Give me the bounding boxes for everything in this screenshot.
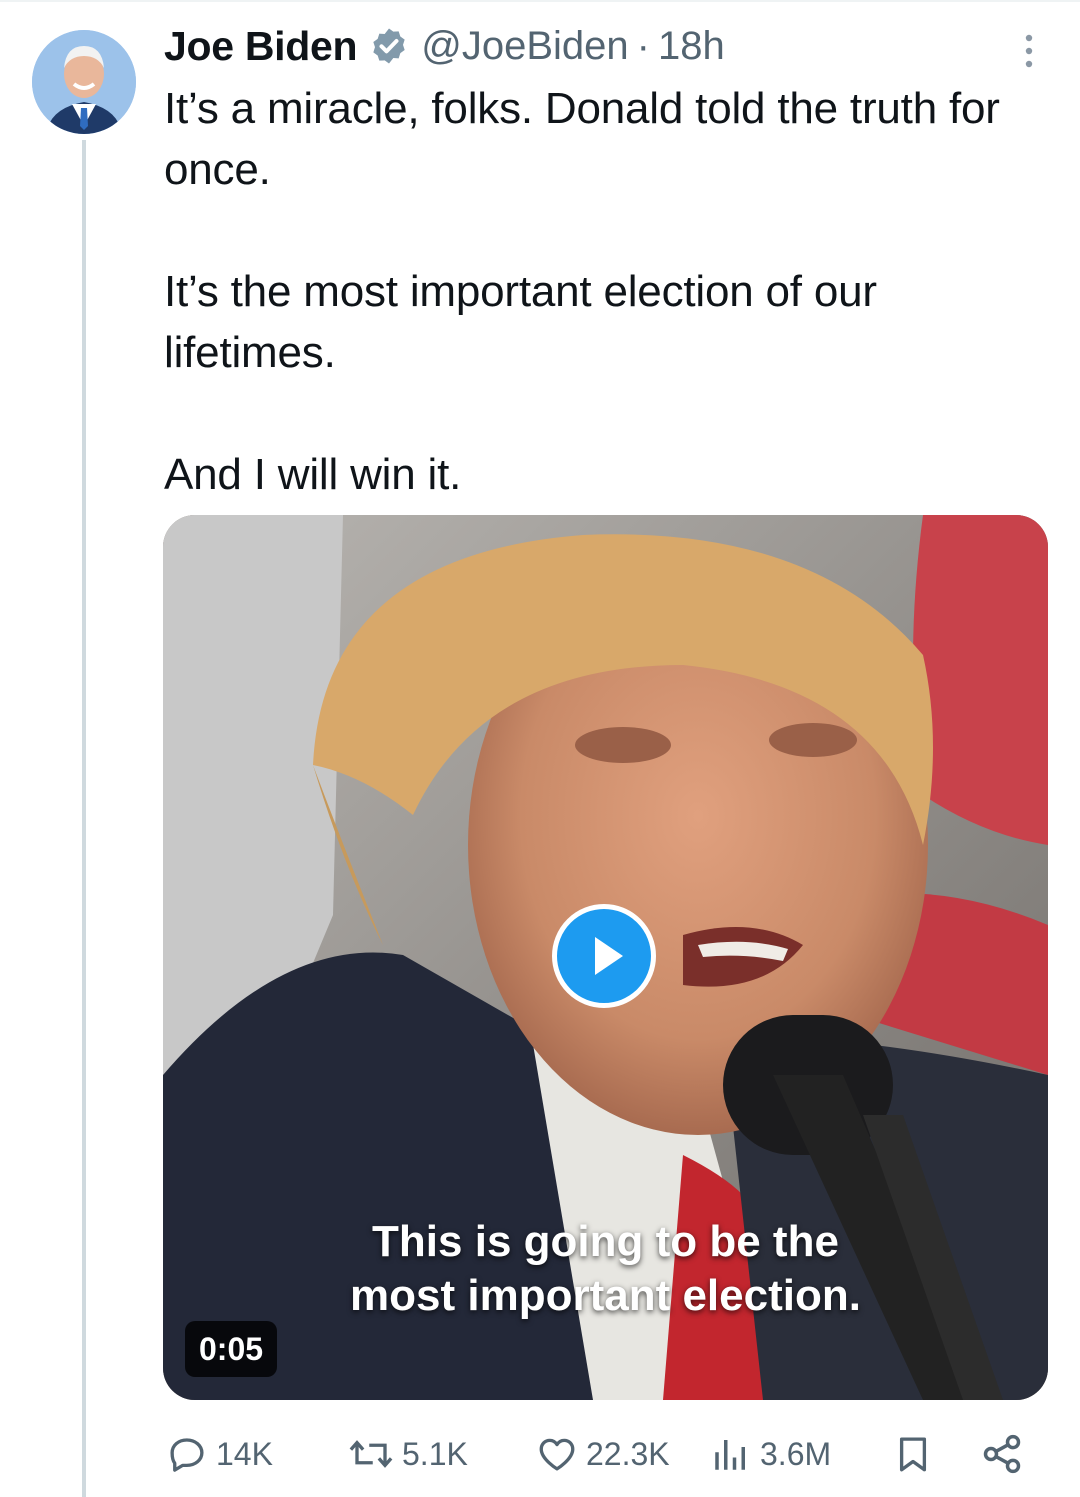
avatar[interactable] bbox=[32, 30, 136, 134]
share-icon bbox=[983, 1434, 1021, 1474]
share-button[interactable] bbox=[980, 1422, 1032, 1486]
author-name[interactable]: Joe Biden bbox=[164, 23, 358, 70]
caption-line: This is going to be the bbox=[372, 1217, 839, 1266]
views-count: 3.6M bbox=[760, 1435, 832, 1472]
like-button[interactable]: 22.3K bbox=[536, 1422, 670, 1486]
play-icon bbox=[595, 937, 623, 975]
thread-line bbox=[82, 140, 86, 1497]
tweet-text: It’s a miracle, folks. Donald told the t… bbox=[164, 78, 1044, 505]
video-caption: This is going to be the most important e… bbox=[163, 1215, 1048, 1323]
repost-button[interactable]: 5.1K bbox=[348, 1422, 468, 1486]
reply-button[interactable]: 14K bbox=[166, 1422, 273, 1486]
like-count: 22.3K bbox=[586, 1435, 670, 1472]
tweet-paragraph: It’s a miracle, folks. Donald told the t… bbox=[164, 84, 1000, 194]
reply-icon bbox=[170, 1438, 204, 1472]
timestamp[interactable]: 18h bbox=[658, 24, 725, 69]
views-icon bbox=[715, 1440, 745, 1470]
caption-line: most important election. bbox=[350, 1271, 861, 1320]
author-handle[interactable]: @JoeBiden bbox=[421, 24, 628, 69]
play-button[interactable] bbox=[552, 904, 656, 1008]
separator-dot: · bbox=[636, 23, 650, 68]
tweet-paragraph: It’s the most important election of our … bbox=[164, 267, 877, 377]
views-button[interactable]: 3.6M bbox=[710, 1422, 831, 1486]
bookmark-button[interactable] bbox=[892, 1422, 942, 1486]
verified-badge-icon bbox=[369, 26, 409, 66]
reply-count: 14K bbox=[216, 1435, 273, 1472]
tweet-paragraph: And I will win it. bbox=[164, 450, 462, 499]
video-duration: 0:05 bbox=[185, 1321, 278, 1377]
tweet-actions: 14K 5.1K 22.3K 3.6M bbox=[164, 1422, 1044, 1486]
video-player[interactable]: This is going to be the most important e… bbox=[163, 515, 1048, 1400]
repost-count: 5.1K bbox=[402, 1435, 468, 1472]
top-divider bbox=[0, 0, 1080, 2]
repost-icon bbox=[349, 1440, 393, 1468]
bookmark-icon bbox=[899, 1437, 927, 1472]
like-icon bbox=[539, 1438, 575, 1471]
tweet-header: Joe Biden @JoeBiden · 18h bbox=[164, 20, 725, 72]
more-options-icon[interactable] bbox=[1022, 34, 1036, 68]
